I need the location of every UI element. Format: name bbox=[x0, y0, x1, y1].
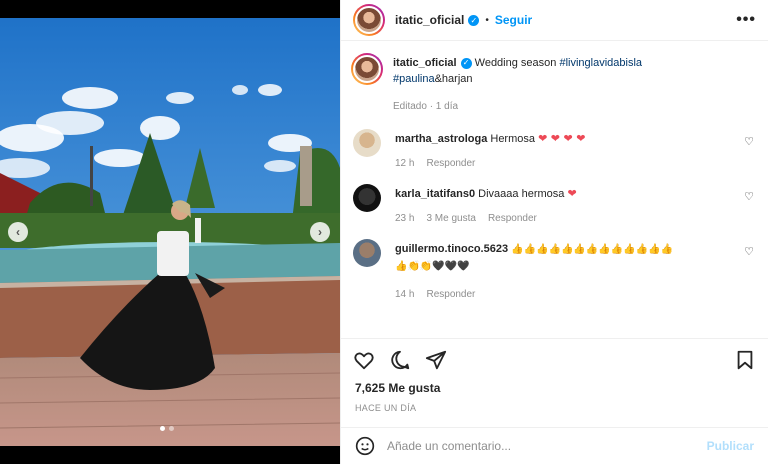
comments-list: itatic_oficial ✓ Wedding season #livingla… bbox=[341, 41, 768, 338]
caption-body: itatic_oficial ✓ Wedding season #livingla… bbox=[393, 53, 756, 115]
comment-time: 14 h bbox=[395, 289, 415, 300]
comment-meta: 12 h Responder bbox=[395, 156, 756, 172]
chevron-right-icon[interactable]: › bbox=[310, 222, 330, 242]
chevron-left-icon[interactable]: ‹ bbox=[8, 222, 28, 242]
comment-text: Divaaaa hermosa bbox=[478, 188, 565, 200]
comment-item: karla_itatifans0 Divaaaa hermosa ❤ 23 h … bbox=[353, 184, 756, 227]
action-bar bbox=[341, 338, 768, 381]
carousel-dot bbox=[169, 426, 174, 431]
post-timestamp: HACE UN DÍA bbox=[355, 403, 417, 413]
like-comment-heart-icon[interactable]: ♡ bbox=[744, 245, 754, 258]
verified-badge-icon: ✓ bbox=[468, 14, 480, 26]
comment-time: 12 h bbox=[395, 158, 415, 169]
carousel-dot bbox=[160, 426, 165, 431]
caption-meta: Editado · 1 día bbox=[393, 99, 756, 115]
more-options-icon[interactable]: ••• bbox=[736, 11, 756, 29]
comment-username[interactable]: guillermo.tinoco.5623 bbox=[395, 243, 508, 255]
carousel-indicator bbox=[160, 426, 174, 431]
comment-username[interactable]: karla_itatifans0 bbox=[395, 188, 475, 200]
hashtag-link[interactable]: #livinglavidabisla bbox=[559, 57, 642, 69]
reply-button[interactable]: Responder bbox=[426, 156, 475, 172]
avatar[interactable] bbox=[353, 184, 381, 212]
author-username[interactable]: itatic_oficial bbox=[395, 13, 464, 27]
comment-text: Hermosa bbox=[490, 133, 535, 145]
post-media: ‹ › bbox=[0, 0, 340, 464]
post-dialog: ‹ › itatic_oficial ✓ • Seguir ••• itatic… bbox=[0, 0, 768, 464]
separator-dot: • bbox=[485, 14, 489, 26]
avatar[interactable] bbox=[353, 4, 385, 36]
heart-icon[interactable] bbox=[353, 349, 375, 371]
like-comment-heart-icon[interactable]: ♡ bbox=[744, 135, 754, 148]
publish-button[interactable]: Publicar bbox=[707, 439, 754, 453]
comment-icon[interactable] bbox=[389, 349, 411, 371]
edited-label: Editado · 1 día bbox=[393, 101, 459, 112]
follow-button[interactable]: Seguir bbox=[495, 13, 532, 27]
send-icon[interactable] bbox=[425, 349, 447, 371]
avatar[interactable] bbox=[353, 239, 381, 267]
reaction-emoji: 👍👏👏🖤🖤🖤 bbox=[395, 261, 470, 272]
bookmark-icon[interactable] bbox=[734, 349, 756, 371]
avatar[interactable] bbox=[351, 53, 383, 85]
reply-button[interactable]: Responder bbox=[488, 211, 537, 227]
like-comment-heart-icon[interactable]: ♡ bbox=[744, 190, 754, 203]
caption-text-after: &harjan bbox=[434, 73, 473, 85]
reply-button[interactable]: Responder bbox=[426, 287, 475, 303]
comment-time: 23 h bbox=[395, 213, 415, 224]
comment-input[interactable] bbox=[387, 439, 707, 453]
heart-emoji: ❤ bbox=[567, 187, 577, 200]
verified-badge-icon: ✓ bbox=[460, 57, 472, 69]
caption-username[interactable]: itatic_oficial bbox=[393, 57, 457, 69]
comment-username[interactable]: martha_astrologa bbox=[395, 133, 487, 145]
post-photo bbox=[0, 18, 340, 446]
likes-count[interactable]: 7,625 Me gusta bbox=[341, 381, 768, 399]
thumbs-up-emoji: 👍👍👍👍👍👍👍👍👍👍👍👍👍 bbox=[511, 244, 674, 255]
comment-meta: 14 h Responder bbox=[395, 287, 756, 303]
avatar[interactable] bbox=[353, 129, 381, 157]
comment-item: martha_astrologa Hermosa ❤ ❤ ❤ ❤ 12 h Re… bbox=[353, 129, 756, 172]
comment-item: guillermo.tinoco.5623 👍👍👍👍👍👍👍👍👍👍👍👍👍 👍👏👏🖤… bbox=[353, 239, 756, 303]
post-header: itatic_oficial ✓ • Seguir ••• bbox=[341, 0, 768, 41]
caption-row: itatic_oficial ✓ Wedding season #livingla… bbox=[351, 53, 756, 115]
comment-body: guillermo.tinoco.5623 👍👍👍👍👍👍👍👍👍👍👍👍👍 👍👏👏🖤… bbox=[395, 239, 756, 303]
comment-likes[interactable]: 3 Me gusta bbox=[426, 211, 475, 227]
comment-body: martha_astrologa Hermosa ❤ ❤ ❤ ❤ 12 h Re… bbox=[395, 129, 756, 172]
post-sidebar: itatic_oficial ✓ • Seguir ••• itatic_ofi… bbox=[340, 0, 768, 464]
comment-meta: 23 h 3 Me gusta Responder bbox=[395, 211, 756, 227]
heart-emoji: ❤ ❤ ❤ ❤ bbox=[538, 132, 586, 145]
comment-body: karla_itatifans0 Divaaaa hermosa ❤ 23 h … bbox=[395, 184, 756, 227]
add-comment-bar: Publicar bbox=[341, 427, 768, 464]
hashtag-link[interactable]: #paulina bbox=[393, 73, 435, 85]
emoji-icon[interactable] bbox=[355, 436, 375, 456]
caption-text: Wedding season bbox=[474, 57, 557, 69]
